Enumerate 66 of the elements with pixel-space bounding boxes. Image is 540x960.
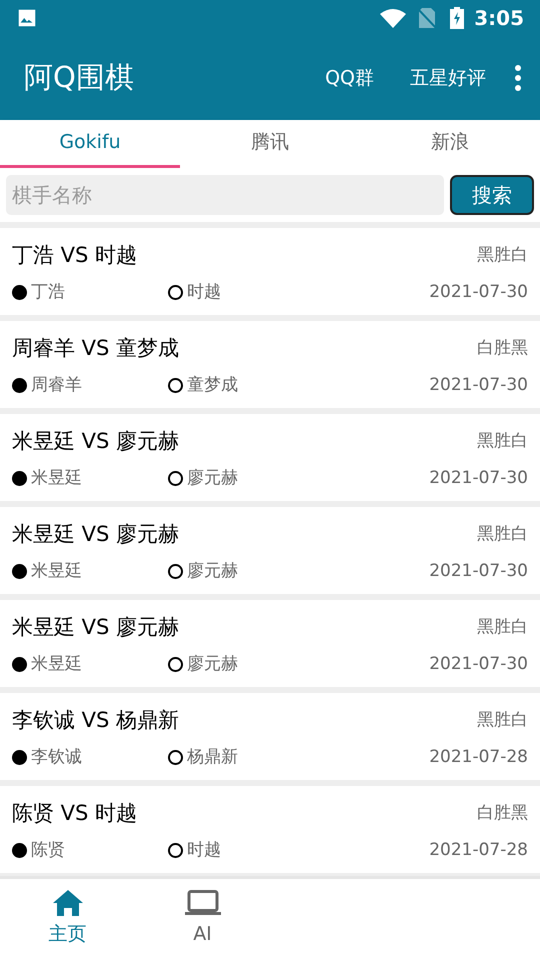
- game-row[interactable]: 李钦诚 VS 杨鼎新 黑胜白 李钦诚 杨鼎新 2021-07-28: [0, 693, 540, 780]
- no-sim-icon: [418, 7, 436, 29]
- ring-icon: [168, 284, 183, 300]
- game-result: 黑胜白: [477, 616, 528, 639]
- nav-item[interactable]: 主页: [0, 890, 135, 949]
- ring-icon: [168, 378, 183, 393]
- first-player-name: 丁浩: [31, 280, 65, 304]
- game-row[interactable]: 米昱廷 VS 廖元赫 黑胜白 米昱廷 廖元赫 2021-07-30: [0, 507, 540, 594]
- game-row[interactable]: 米昱廷 VS 廖元赫 黑胜白 米昱廷 廖元赫 2021-07-30: [0, 414, 540, 501]
- game-title: 米昱廷 VS 廖元赫: [12, 521, 180, 548]
- game-row[interactable]: 丁浩 VS 时越 黑胜白 丁浩 时越 2021-07-30: [0, 228, 540, 315]
- second-player-name: 廖元赫: [187, 652, 238, 676]
- toolbar-action[interactable]: QQ群: [325, 64, 374, 92]
- game-date: 2021-07-30: [429, 466, 528, 490]
- game-date: 2021-07-28: [429, 838, 528, 862]
- game-date: 2021-07-28: [429, 746, 528, 768]
- more-icon[interactable]: [514, 65, 522, 91]
- first-player-name: 陈贤: [31, 838, 65, 862]
- first-player-name: 米昱廷: [31, 560, 82, 582]
- game-result: 白胜黑: [477, 802, 528, 825]
- first-player-name: 米昱廷: [31, 652, 82, 676]
- game-row[interactable]: 陈贤 VS 时越 白胜黑 陈贤 时越 2021-07-28: [0, 786, 540, 873]
- game-result: 黑胜白: [477, 523, 528, 546]
- game-result: 黑胜白: [477, 244, 528, 267]
- game-result: 白胜黑: [477, 337, 528, 360]
- toolbar-action[interactable]: 五星好评: [410, 64, 486, 92]
- nav-item[interactable]: AI: [135, 890, 270, 949]
- ring-icon: [168, 564, 183, 579]
- game-title: 米昱廷 VS 廖元赫: [12, 614, 180, 641]
- ring-icon: [168, 470, 183, 486]
- game-row[interactable]: 米昱廷 VS 廖元赫 黑胜白 米昱廷 廖元赫 2021-07-30: [0, 600, 540, 687]
- first-player-name: 米昱廷: [31, 466, 82, 490]
- game-date: 2021-07-30: [429, 560, 528, 582]
- ring-icon: [168, 750, 183, 765]
- first-player-name: 周睿羊: [31, 374, 82, 396]
- battery-icon: [450, 7, 464, 29]
- clock-time: 3:05: [474, 5, 524, 32]
- search-button[interactable]: 搜索: [450, 175, 534, 215]
- game-result: 黑胜白: [477, 709, 528, 732]
- game-result: 黑胜白: [477, 430, 528, 453]
- search-field[interactable]: 棋手名称: [6, 175, 444, 215]
- game-date: 2021-07-30: [429, 374, 528, 396]
- second-player-name: 杨鼎新: [187, 746, 238, 768]
- tab[interactable]: 新浪: [360, 120, 540, 168]
- app-title: 阿Q围棋: [24, 59, 135, 96]
- second-player-name: 童梦成: [187, 374, 238, 396]
- game-title: 陈贤 VS 时越: [12, 800, 138, 827]
- game-title: 李钦诚 VS 杨鼎新: [12, 707, 180, 734]
- ring-icon: [168, 656, 183, 672]
- wifi-icon: [380, 8, 406, 28]
- image-icon: [16, 7, 38, 29]
- laptop-icon: [184, 890, 220, 916]
- second-player-name: 廖元赫: [187, 466, 238, 490]
- second-player-name: 时越: [187, 280, 221, 304]
- game-date: 2021-07-30: [429, 652, 528, 676]
- ring-icon: [168, 842, 183, 858]
- game-date: 2021-07-30: [429, 280, 528, 304]
- home-icon: [52, 890, 82, 916]
- game-row[interactable]: 周睿羊 VS 童梦成 白胜黑 周睿羊 童梦成 2021-07-30: [0, 321, 540, 408]
- second-player-name: 时越: [187, 838, 221, 862]
- game-title: 米昱廷 VS 廖元赫: [12, 428, 180, 455]
- game-title: 丁浩 VS 时越: [12, 242, 138, 269]
- first-player-name: 李钦诚: [31, 746, 82, 768]
- second-player-name: 廖元赫: [187, 560, 238, 582]
- game-title: 周睿羊 VS 童梦成: [12, 335, 180, 362]
- tab[interactable]: 腾讯: [180, 120, 360, 168]
